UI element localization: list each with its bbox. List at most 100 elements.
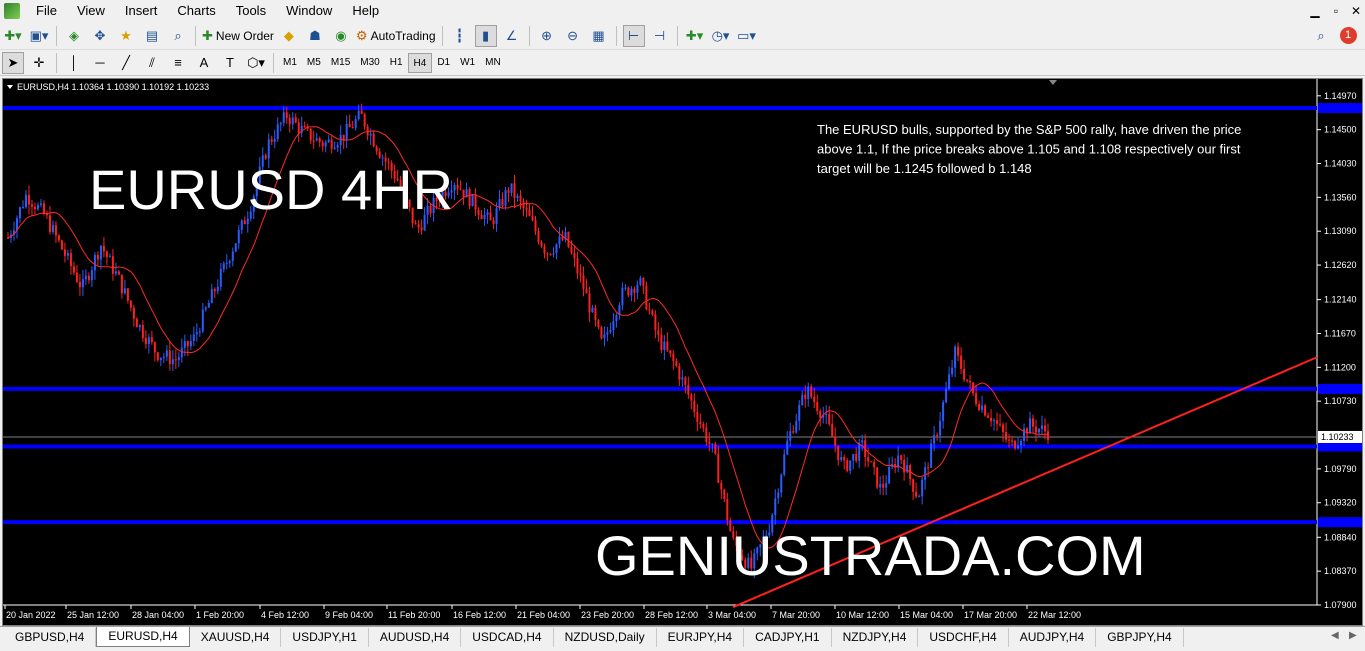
candle-body <box>186 341 189 347</box>
candle-body <box>696 411 699 422</box>
chart-window[interactable]: 1.14970 1.14500 1.14030 1.13560 1.13090 1.126… <box>2 78 1363 626</box>
signals-icon[interactable]: ☗ <box>304 25 326 47</box>
candle-body <box>525 208 528 210</box>
time-tick-label: 15 Mar 04:00 <box>900 610 953 620</box>
candle-body <box>939 420 942 436</box>
minimize-icon[interactable]: ▁ <box>1305 3 1325 19</box>
tabs-right-icon[interactable]: ▶ <box>1349 630 1357 641</box>
candle-body <box>900 455 903 460</box>
candle-body <box>666 341 669 351</box>
candle-body <box>534 220 537 232</box>
candlestick-icon[interactable]: ▮ <box>474 24 497 47</box>
crosshair-icon[interactable]: ✛ <box>28 52 50 74</box>
terminal-icon[interactable]: ▤ <box>141 25 163 47</box>
indicators-icon[interactable]: ✚▾ <box>684 25 706 47</box>
autotrading-button[interactable]: ⚙ AutoTrading <box>356 25 436 47</box>
zoom-out-icon[interactable]: ⊖ <box>562 25 584 47</box>
menu-view[interactable]: View <box>67 0 115 22</box>
time-tick-label: 11 Feb 20:00 <box>388 610 440 620</box>
tab-audusd-h4[interactable]: AUDUSD,H4 <box>369 628 462 647</box>
candle-body <box>87 275 90 281</box>
timeframe-w1[interactable]: W1 <box>455 53 480 73</box>
close-icon[interactable]: ✕ <box>1346 3 1365 19</box>
candle-body <box>981 405 984 410</box>
timeframe-h4[interactable]: H4 <box>407 52 433 73</box>
menu-help[interactable]: Help <box>342 0 389 22</box>
tab-audjpy-h4[interactable]: AUDJPY,H4 <box>1009 628 1097 647</box>
shapes-icon[interactable]: ⬡▾ <box>245 52 267 74</box>
profiles-icon[interactable]: ▣▾ <box>28 25 50 47</box>
new-chart-icon[interactable]: ✚▾ <box>2 25 24 47</box>
tile-windows-icon[interactable]: ▦ <box>588 25 610 47</box>
text-label-icon[interactable]: T <box>219 52 241 74</box>
price-chart[interactable]: 1.14970 1.14500 1.14030 1.13560 1.13090 1.126… <box>3 79 1362 625</box>
candle-body <box>81 279 84 288</box>
candle-body <box>609 330 612 333</box>
tab-usdchf-h4[interactable]: USDCHF,H4 <box>918 628 1009 647</box>
tab-usdjpy-h1[interactable]: USDJPY,H1 <box>281 628 369 647</box>
trendline-icon[interactable]: ╱ <box>115 52 137 74</box>
auto-scroll-icon[interactable]: ⊢ <box>622 24 645 47</box>
timeframe-m1[interactable]: M1 <box>278 53 302 73</box>
timeframe-m15[interactable]: M15 <box>326 53 355 73</box>
candle-body <box>60 240 63 250</box>
timeframe-mn[interactable]: MN <box>480 53 506 73</box>
chart-shift-icon[interactable]: ⊣ <box>649 25 671 47</box>
restore-icon[interactable]: ▫ <box>1326 3 1346 19</box>
horizontal-line-icon[interactable]: ─ <box>89 52 111 74</box>
candle-body <box>153 342 156 353</box>
navigator-icon[interactable]: ★ <box>115 25 137 47</box>
menu-file[interactable]: File <box>26 0 67 22</box>
line-chart-icon[interactable]: ∠ <box>501 25 523 47</box>
periods-icon[interactable]: ◷▾ <box>710 25 732 47</box>
candle-body <box>1017 445 1020 449</box>
notifications-icon[interactable]: 1 <box>1337 25 1359 47</box>
candle-body <box>177 357 180 360</box>
tab-eurjpy-h4[interactable]: EURJPY,H4 <box>657 628 745 647</box>
timeframe-d1[interactable]: D1 <box>432 53 455 73</box>
market-watch-icon[interactable]: ◈ <box>63 25 85 47</box>
bar-chart-icon[interactable]: ┇ <box>449 25 471 47</box>
candle-body <box>528 209 531 217</box>
tab-nzdjpy-h4[interactable]: NZDJPY,H4 <box>832 628 919 647</box>
menu-charts[interactable]: Charts <box>167 0 225 22</box>
zoom-in-icon[interactable]: ⊕ <box>536 25 558 47</box>
candle-body <box>990 417 993 422</box>
tab-usdcad-h4[interactable]: USDCAD,H4 <box>461 628 554 647</box>
price-tick-label: 1.09320 <box>1324 498 1357 508</box>
cursor-icon[interactable]: ➤ <box>2 51 24 74</box>
tab-eurusd-h4[interactable]: EURUSD,H4 <box>96 627 190 647</box>
candle-body <box>663 341 666 351</box>
tabs-left-icon[interactable]: ◀ <box>1331 630 1339 641</box>
new-order-button[interactable]: ✚ New Order <box>202 25 274 47</box>
timeframe-h1[interactable]: H1 <box>385 53 408 73</box>
equidistant-channel-icon[interactable]: ⫽ <box>141 52 163 74</box>
vertical-line-icon[interactable]: │ <box>63 52 85 74</box>
tab-gbpjpy-h4[interactable]: GBPJPY,H4 <box>1096 628 1184 647</box>
candle-body <box>162 356 165 358</box>
menu-window[interactable]: Window <box>276 0 342 22</box>
metaeditor-icon[interactable]: ◆ <box>278 25 300 47</box>
menu-insert[interactable]: Insert <box>115 0 168 22</box>
text-icon[interactable]: A <box>193 52 215 74</box>
candle-body <box>102 245 105 252</box>
candle-body <box>783 454 786 475</box>
candle-body <box>321 142 324 147</box>
tab-nzdusd-daily[interactable]: NZDUSD,Daily <box>554 628 657 647</box>
templates-icon[interactable]: ▭▾ <box>736 25 758 47</box>
tab-xauusd-h4[interactable]: XAUUSD,H4 <box>190 628 282 647</box>
tab-gbpusd-h4[interactable]: GBPUSD,H4 <box>4 628 97 647</box>
strategy-tester-icon[interactable]: ⌕ <box>167 25 189 47</box>
candle-body <box>681 377 684 380</box>
fibonacci-icon[interactable]: ≡ <box>167 52 189 74</box>
data-window-icon[interactable]: ✥ <box>89 25 111 47</box>
menu-tools[interactable]: Tools <box>226 0 276 22</box>
vps-icon[interactable]: ◉ <box>330 25 352 47</box>
candle-body <box>675 361 678 366</box>
candle-body <box>174 359 177 361</box>
search-icon[interactable]: ⌕ <box>1310 25 1332 47</box>
timeframe-m30[interactable]: M30 <box>355 53 384 73</box>
chart-header-arrow-icon[interactable] <box>7 85 13 89</box>
tab-cadjpy-h1[interactable]: CADJPY,H1 <box>744 628 832 647</box>
timeframe-m5[interactable]: M5 <box>302 53 326 73</box>
